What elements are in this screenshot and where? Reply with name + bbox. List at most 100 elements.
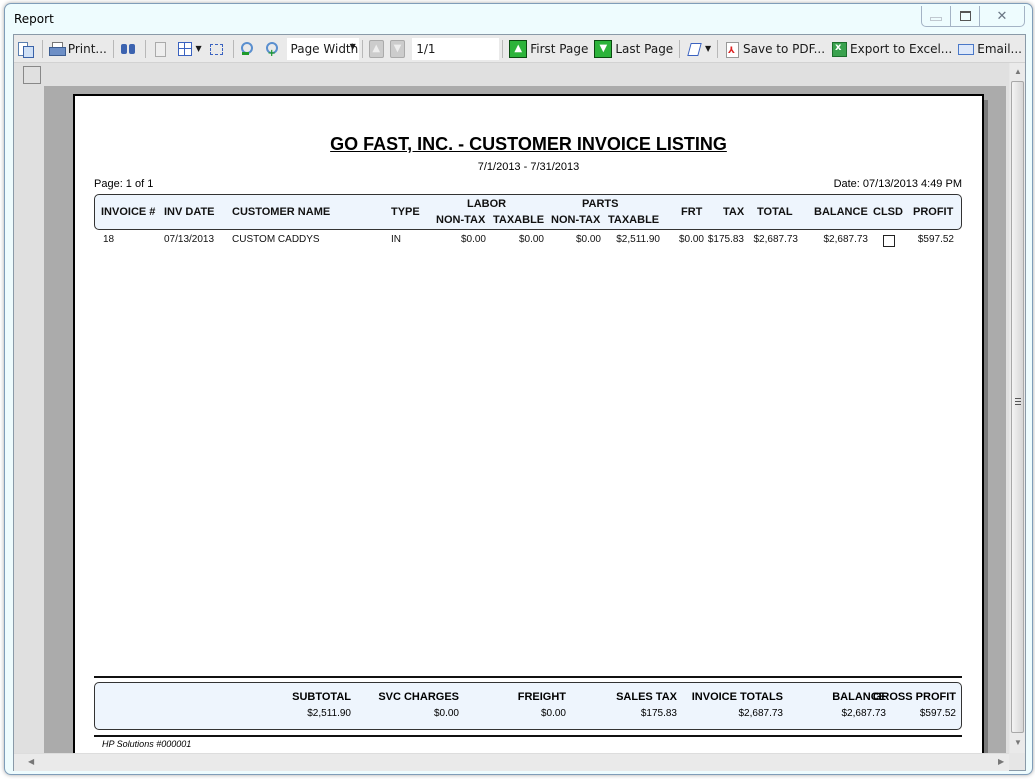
viewer-client: Print... ▼ + Page Width ▼ ▲ ▼ 1/1 ▲ Firs… — [13, 34, 1026, 771]
close-icon: ✕ — [996, 8, 1008, 23]
freight-label: FREIGHT — [517, 691, 566, 703]
cell-labor-taxable: $0.00 — [518, 234, 544, 245]
minimize-icon — [930, 17, 942, 21]
document-map-icon — [17, 41, 34, 58]
zoom-out-button[interactable] — [237, 38, 262, 60]
page-canvas: GO FAST, INC. - CUSTOMER INVOICE LISTING… — [44, 86, 1006, 753]
svc-charges-value: $0.00 — [433, 708, 459, 719]
close-button[interactable]: ✕ — [979, 6, 1024, 26]
email-button[interactable]: Email... — [955, 38, 1025, 60]
scroll-up-icon[interactable]: ▲ — [1014, 67, 1022, 76]
print-button[interactable]: Print... — [46, 38, 110, 60]
save-to-pdf-button[interactable]: ⅄ Save to PDF... — [721, 38, 828, 60]
header-total: TOTAL — [757, 206, 793, 218]
multi-page-grid-icon — [177, 41, 193, 57]
first-page-icon: ▲ — [509, 39, 528, 58]
header-invoice: INVOICE # — [101, 206, 156, 218]
report-toolbar: Print... ▼ + Page Width ▼ ▲ ▼ 1/1 ▲ Firs… — [14, 35, 1025, 63]
toolbar-separator — [232, 39, 234, 58]
save-to-pdf-label: Save to PDF... — [743, 41, 826, 56]
first-page-button[interactable]: ▲ First Page — [506, 38, 591, 60]
report-date-range: 7/1/2013 - 7/31/2013 — [477, 161, 580, 173]
next-page-button[interactable]: ▼ — [389, 39, 406, 58]
page-number-input[interactable]: 1/1 — [412, 37, 500, 60]
header-labor-taxable: TAXABLE — [493, 214, 545, 226]
cell-labor-nontax: $0.00 — [460, 234, 486, 245]
header-tax: TAX — [723, 206, 745, 218]
cell-inv-date: 07/13/2013 — [164, 234, 215, 245]
horizontal-scrollbar[interactable]: ◀ ▶ — [14, 753, 1009, 771]
chevron-down-icon: ▼ — [705, 44, 712, 53]
print-label: Print... — [67, 41, 107, 56]
report-page: GO FAST, INC. - CUSTOMER INVOICE LISTING… — [73, 94, 984, 753]
header-parts-nontax: NON-TAX — [551, 214, 601, 226]
report-window: Report ✕ Print... ▼ + Page Width ▼ ▲ ▼ 1… — [4, 3, 1033, 775]
envelope-icon — [958, 41, 975, 57]
vertical-scrollbar[interactable]: ▲ ▼ — [1010, 63, 1025, 753]
totals-band: SUBTOTAL $2,511.90 SVC CHARGES $0.00 FRE… — [94, 682, 962, 730]
totals-divider-top — [94, 676, 962, 678]
previous-page-button[interactable]: ▲ — [368, 39, 384, 58]
continuous-button[interactable] — [205, 38, 230, 60]
binoculars-icon — [120, 41, 136, 57]
cell-total: $2,687.73 — [753, 234, 799, 245]
continuous-scroll-icon — [208, 41, 224, 57]
first-page-label: First Page — [530, 41, 589, 56]
last-page-button[interactable]: ▼ Last Page — [591, 38, 676, 60]
balance-value: $2,687.73 — [841, 708, 887, 719]
freight-value: $0.00 — [540, 708, 566, 719]
header-inv-date: INV DATE — [164, 206, 215, 218]
zoom-in-button[interactable]: + — [262, 38, 287, 60]
arrow-down-icon: ▼ — [393, 43, 402, 54]
toolbar-separator — [42, 39, 43, 58]
vertical-scroll-thumb[interactable] — [1011, 81, 1024, 733]
totals-divider-bottom — [94, 735, 962, 737]
header-labor: LABOR — [467, 198, 507, 210]
maximize-button[interactable] — [950, 6, 979, 26]
closed-checkbox — [883, 235, 895, 247]
printer-icon — [48, 41, 66, 57]
header-customer-name: CUSTOMER NAME — [232, 206, 331, 218]
chevron-down-icon: ▼ — [349, 41, 356, 51]
cell-frt: $0.00 — [678, 234, 704, 245]
find-button[interactable] — [117, 38, 142, 60]
header-labor-nontax: NON-TAX — [436, 214, 486, 226]
multi-page-button[interactable]: ▼ — [174, 38, 205, 60]
last-page-label: Last Page — [615, 41, 674, 56]
cell-type: IN — [391, 234, 401, 245]
cell-balance: $2,687.73 — [823, 234, 869, 245]
single-page-button[interactable] — [149, 38, 174, 60]
cell-parts-taxable: $2,511.90 — [616, 234, 660, 245]
excel-icon: x — [831, 41, 848, 57]
header-parts: PARTS — [582, 198, 619, 210]
cell-parts-nontax: $0.00 — [575, 234, 601, 245]
thumbnail-toggle[interactable] — [23, 66, 41, 84]
scroll-down-icon[interactable]: ▼ — [1014, 738, 1022, 747]
subtotal-label: SUBTOTAL — [292, 691, 351, 703]
scroll-left-icon[interactable]: ◀ — [28, 757, 34, 766]
toolbar-separator — [112, 39, 114, 58]
zoom-mode-select[interactable]: Page Width ▼ — [286, 37, 359, 60]
window-title: Report — [14, 12, 54, 26]
minimize-button[interactable] — [922, 6, 950, 26]
subtotal-value: $2,511.90 — [307, 708, 351, 719]
gross-profit-value: $597.52 — [919, 708, 956, 719]
toolbar-separator — [717, 39, 719, 58]
edit-page-icon — [686, 41, 702, 57]
window-controls: ✕ — [921, 6, 1025, 27]
pdf-icon: ⅄ — [724, 41, 740, 58]
scroll-right-icon[interactable]: ▶ — [998, 757, 1004, 766]
export-to-excel-label: Export to Excel... — [850, 41, 953, 56]
toolbar-separator — [361, 39, 363, 58]
grip-icon — [1015, 401, 1021, 402]
svc-charges-label: SVC CHARGES — [378, 691, 459, 703]
printed-date: Date: 07/13/2013 4:49 PM — [833, 178, 962, 190]
cell-customer: CUSTOM CADDYS — [232, 234, 320, 245]
toggle-thumbnails-button[interactable] — [14, 38, 39, 60]
invoice-totals-value: $2,687.73 — [738, 708, 784, 719]
email-label: Email... — [977, 41, 1022, 56]
edit-page-button[interactable]: ▼ — [683, 38, 714, 60]
export-to-excel-button[interactable]: x Export to Excel... — [828, 38, 955, 60]
last-page-icon: ▼ — [594, 39, 613, 58]
header-type: TYPE — [391, 206, 420, 218]
